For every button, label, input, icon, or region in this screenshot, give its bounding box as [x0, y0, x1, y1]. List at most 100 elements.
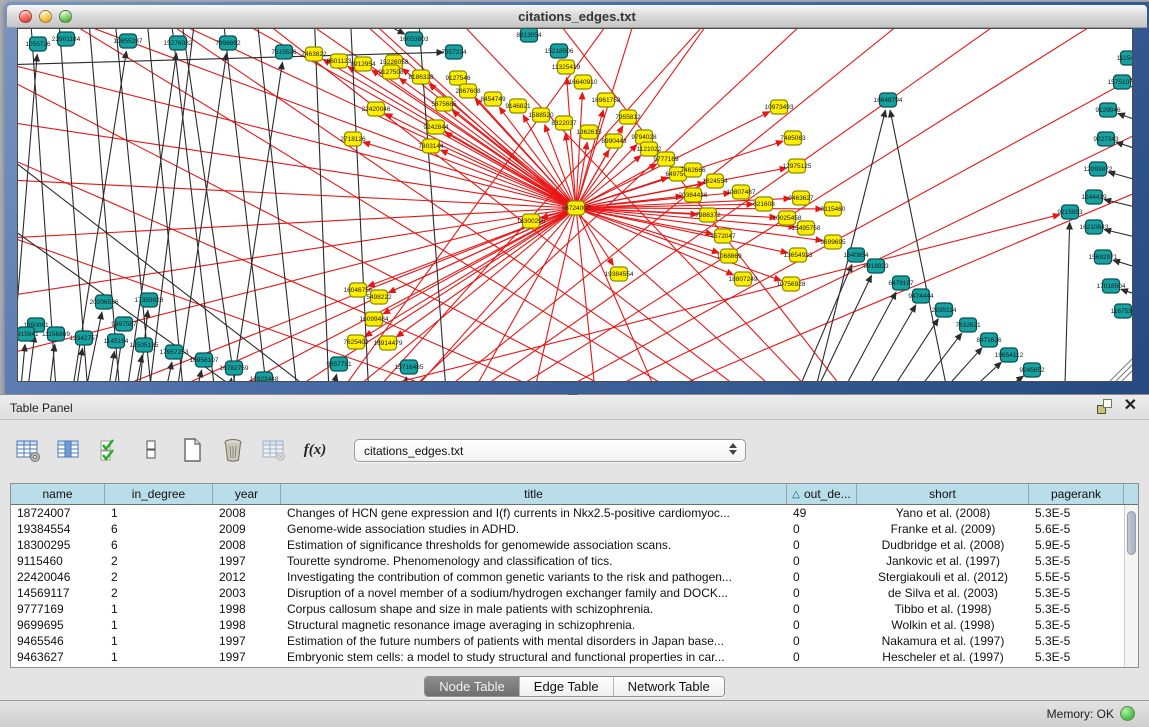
graph-node[interactable]: 1640954: [843, 248, 869, 262]
graph-edge-black[interactable]: [24, 335, 35, 382]
cell-pagerank[interactable]: 5.3E-5: [1029, 633, 1124, 649]
graph-node[interactable]: 1588520: [528, 108, 554, 122]
graph-node[interactable]: 15716485: [395, 360, 424, 374]
graph-node[interactable]: 16961758: [592, 93, 621, 107]
graph-edge-black[interactable]: [940, 362, 1001, 382]
float-panel-icon[interactable]: [1097, 399, 1112, 414]
graph-node[interactable]: 1055726: [25, 37, 51, 51]
cell-short[interactable]: Yano et al. (2008): [857, 505, 1029, 521]
column-header-year[interactable]: year: [213, 484, 281, 504]
cell-short[interactable]: Hescheler et al. (1997): [857, 649, 1029, 665]
table-scrollbar[interactable]: [1124, 505, 1138, 667]
graph-node[interactable]: 11325419: [552, 60, 581, 74]
graph-node[interactable]: 15692971: [1089, 250, 1118, 264]
table-row[interactable]: 911546021997Tourette syndrome. Phenomeno…: [11, 553, 1138, 569]
column-header-out_degree[interactable]: △out_de...: [787, 484, 857, 504]
graph-edge-black[interactable]: [104, 351, 114, 382]
graph-node[interactable]: 10756928: [777, 277, 806, 291]
graph-edge-black[interactable]: [1131, 87, 1133, 104]
graph-node[interactable]: 16782759: [220, 361, 249, 375]
graph-node[interactable]: 7463822: [301, 47, 327, 61]
graph-node[interactable]: 8471626: [976, 333, 1002, 347]
table-row[interactable]: 946554611997Estimation of the future num…: [11, 633, 1138, 649]
cell-in_degree[interactable]: 1: [105, 649, 213, 665]
cell-title[interactable]: Genome-wide association studies in ADHD.: [281, 521, 787, 537]
cell-short[interactable]: de Silva et al. (2003): [857, 585, 1029, 601]
cell-out_degree[interactable]: 0: [787, 649, 857, 665]
graph-node[interactable]: 20364436: [679, 188, 708, 202]
graph-node[interactable]: 17016504: [1097, 279, 1126, 293]
cell-year[interactable]: 1997: [213, 553, 281, 569]
cell-title[interactable]: Structural magnetic resonance image aver…: [281, 617, 787, 633]
cell-name[interactable]: 18724007: [11, 505, 105, 521]
table-row[interactable]: 1872400712008Changes of HCN gene express…: [11, 505, 1138, 521]
graph-edge-black[interactable]: [72, 348, 82, 382]
graph-edge-black[interactable]: [963, 376, 1023, 382]
cell-name[interactable]: 9465546: [11, 633, 105, 649]
cell-title[interactable]: Embryonic stem cells: a model to study s…: [281, 649, 787, 665]
graph-node[interactable]: 9146821: [505, 99, 531, 113]
cell-pagerank[interactable]: 5.3E-5: [1029, 649, 1124, 665]
graph-edge-red[interactable]: [38, 208, 576, 382]
cell-out_degree[interactable]: 0: [787, 601, 857, 617]
cell-in_degree[interactable]: 6: [105, 537, 213, 553]
cell-short[interactable]: Wolkin et al. (1998): [857, 617, 1029, 633]
cell-pagerank[interactable]: 5.3E-5: [1029, 585, 1124, 601]
cell-year[interactable]: 2008: [213, 537, 281, 553]
graph-node[interactable]: 1068869: [716, 249, 742, 263]
graph-edge-red[interactable]: [475, 99, 576, 208]
graph-node[interactable]: 16914479: [374, 336, 403, 350]
graph-node[interactable]: 9474444: [908, 289, 934, 303]
graph-edge-red[interactable]: [198, 29, 1118, 382]
graph-node[interactable]: 7357224: [441, 45, 467, 59]
graph-node[interactable]: 20206536: [90, 295, 119, 309]
cell-out_degree[interactable]: 0: [787, 553, 857, 569]
cell-in_degree[interactable]: 2: [105, 553, 213, 569]
cell-year[interactable]: 1997: [213, 633, 281, 649]
graph-edge-red[interactable]: [445, 132, 576, 208]
graph-edge-black[interactable]: [1121, 289, 1133, 305]
cell-name[interactable]: 9699695: [11, 617, 105, 633]
graph-edge-black[interactable]: [123, 53, 176, 382]
graph-node[interactable]: 9129946: [1095, 103, 1121, 117]
table-row[interactable]: 969969511998Structural magnetic resonanc…: [11, 617, 1138, 633]
cell-title[interactable]: Changes of HCN gene expression and I(f) …: [281, 505, 787, 521]
new-column-icon[interactable]: [178, 436, 206, 464]
graph-node[interactable]: 9857791: [326, 357, 352, 371]
graph-node[interactable]: 8990443: [601, 134, 627, 148]
close-panel-icon[interactable]: ✕: [1124, 398, 1137, 414]
cell-pagerank[interactable]: 5.3E-5: [1029, 617, 1124, 633]
cell-out_degree[interactable]: 0: [787, 633, 857, 649]
cell-year[interactable]: 1998: [213, 617, 281, 633]
cell-out_degree[interactable]: 0: [787, 537, 857, 553]
cell-in_degree[interactable]: 1: [105, 505, 213, 521]
cell-short[interactable]: Nakamura et al. (1997): [857, 633, 1029, 649]
graph-edge-black[interactable]: [896, 333, 962, 382]
graph-edge-black[interactable]: [350, 29, 370, 382]
cell-in_degree[interactable]: 2: [105, 585, 213, 601]
graph-node[interactable]: 16640910: [569, 75, 598, 89]
tab-network-table[interactable]: Network Table: [614, 677, 724, 696]
graph-node[interactable]: 15276082: [164, 36, 193, 50]
graph-edge-black[interactable]: [1113, 260, 1133, 277]
cell-out_degree[interactable]: 0: [787, 617, 857, 633]
table-row[interactable]: 946362711997Embryonic stem cells: a mode…: [11, 649, 1138, 665]
graph-edge-black[interactable]: [1064, 222, 1070, 382]
graph-edge-black[interactable]: [873, 319, 938, 382]
cell-title[interactable]: Tourette syndrome. Phenomenology and cla…: [281, 553, 787, 569]
cell-in_degree[interactable]: 6: [105, 521, 213, 537]
column-header-title[interactable]: title: [281, 484, 787, 504]
graph-edge-black[interactable]: [160, 362, 172, 382]
graph-edge-black[interactable]: [1104, 199, 1133, 215]
graph-node[interactable]: 8454749: [480, 92, 506, 106]
network-canvas[interactable]: 1872400774638228601123891295415226058912…: [17, 28, 1133, 382]
graph-node[interactable]: 12923448: [250, 372, 279, 382]
column-display-icon[interactable]: [55, 436, 83, 464]
graph-node[interactable]: 15495758: [792, 221, 821, 235]
graph-node[interactable]: 7896862: [215, 36, 241, 50]
graph-edge-black[interactable]: [1118, 113, 1133, 131]
column-header-short[interactable]: short: [857, 484, 1029, 504]
graph-edge-red[interactable]: [198, 179, 1133, 382]
table-row[interactable]: 1830029562008Estimation of significance …: [11, 537, 1138, 553]
graph-node[interactable]: 16958107: [190, 353, 219, 367]
